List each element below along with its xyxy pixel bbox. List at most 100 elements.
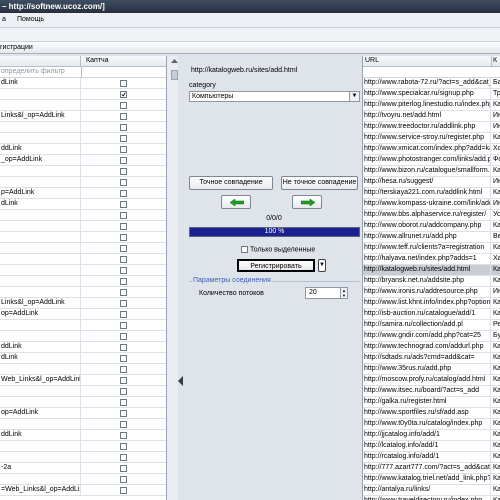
- column-header-k[interactable]: К: [493, 57, 497, 64]
- captcha-checkbox[interactable]: [120, 157, 127, 164]
- table-row[interactable]: [0, 386, 166, 397]
- captcha-checkbox[interactable]: [120, 333, 127, 340]
- exact-match-button[interactable]: Точное совпадение: [189, 176, 273, 190]
- table-row[interactable]: http://www.photostranger.com/links/add.p…: [363, 155, 500, 166]
- table-row[interactable]: http://tvoyru.net/add.htmlИн: [363, 111, 500, 122]
- table-row[interactable]: http://www.specialcar.ru/signup.phpТр: [363, 89, 500, 100]
- menu-file[interactable]: а: [2, 16, 6, 23]
- captcha-checkbox[interactable]: [120, 289, 127, 296]
- nonexact-match-button[interactable]: Не точное совпадение: [281, 176, 358, 190]
- captcha-checkbox[interactable]: [120, 443, 127, 450]
- table-row[interactable]: [0, 276, 166, 287]
- table-row[interactable]: =Web_Links&l_op=AddLink: [0, 485, 166, 496]
- table-row[interactable]: http://lcatalog.info/add/1Ка: [363, 441, 500, 452]
- table-row[interactable]: http://moscow.profy.ru/catalog/add.html К…: [363, 375, 500, 386]
- table-row[interactable]: [0, 210, 166, 221]
- table-row[interactable]: [0, 166, 166, 177]
- captcha-checkbox[interactable]: [120, 91, 127, 98]
- table-row[interactable]: http://isb-auction.ru/catalogue/add/1Ка: [363, 309, 500, 320]
- table-row[interactable]: http://www.itsec.ru/board/?act=s_addКа: [363, 386, 500, 397]
- table-row[interactable]: http://katalogweb.ru/sites/add.htmlКа: [363, 265, 500, 276]
- table-row[interactable]: http://www.t0y0ta.ru/catalog/index.phpКа: [363, 419, 500, 430]
- table-row[interactable]: [0, 331, 166, 342]
- table-row[interactable]: http://rcatalog.info/add/1Ка: [363, 452, 500, 463]
- table-row[interactable]: http://www.oborot.ru/addcompany.phpКа: [363, 221, 500, 232]
- table-row[interactable]: [0, 254, 166, 265]
- captcha-checkbox[interactable]: [120, 102, 127, 109]
- table-row[interactable]: http://www.treedoctor.ru/addlink.phpИн: [363, 122, 500, 133]
- table-row[interactable]: http://777.azart777.com/?act=s_add&catКа: [363, 463, 500, 474]
- table-row[interactable]: http://www.35rus.ru/add.phpКа: [363, 364, 500, 375]
- table-row[interactable]: http://sdtads.ru/ads?cmd=add&cat=Ка: [363, 353, 500, 364]
- filter-row[interactable]: определить фильтр: [0, 67, 166, 78]
- table-row[interactable]: http://www.ironis.ru/addresource.phpИн: [363, 287, 500, 298]
- table-row[interactable]: p=AddLink: [0, 188, 166, 199]
- table-row[interactable]: http://hesa.ru/suggest/Ин: [363, 177, 500, 188]
- table-row[interactable]: _op=AddLink: [0, 155, 166, 166]
- tab-registration[interactable]: гистрации: [0, 44, 33, 51]
- table-row[interactable]: http://www.bizon.ru/catalogue/smallform.…: [363, 166, 500, 177]
- captcha-checkbox[interactable]: [120, 399, 127, 406]
- table-row[interactable]: [0, 133, 166, 144]
- captcha-checkbox[interactable]: [120, 421, 127, 428]
- table-row[interactable]: http://www.service-stroy.ru/register.php…: [363, 133, 500, 144]
- captcha-checkbox[interactable]: [120, 80, 127, 87]
- table-row[interactable]: http://www.bbs.alphaservice.ru/register/…: [363, 210, 500, 221]
- table-row[interactable]: http://www.allrunet.ru/add.phpВе: [363, 232, 500, 243]
- table-row[interactable]: http://www.katalog.triel.net/add_link.ph…: [363, 474, 500, 485]
- table-row[interactable]: http://halyava.net/index.php?adds=1Ха: [363, 254, 500, 265]
- table-row[interactable]: http://www.technograd.com/addurl.phpКа: [363, 342, 500, 353]
- stepper-arrows-icon[interactable]: ▲ ▼: [340, 288, 347, 298]
- table-row[interactable]: http://www.piterlog.linestudio.ru/index.…: [363, 100, 500, 111]
- next-button[interactable]: [292, 195, 322, 209]
- table-row[interactable]: Links&l_op=AddLink: [0, 298, 166, 309]
- table-row[interactable]: [0, 232, 166, 243]
- column-header-name[interactable]: [0, 56, 81, 67]
- only-selected-checkbox[interactable]: Только выделенные: [241, 246, 315, 253]
- captcha-checkbox[interactable]: [120, 278, 127, 285]
- captcha-checkbox[interactable]: [120, 355, 127, 362]
- collapse-left-icon[interactable]: [178, 376, 183, 386]
- captcha-checkbox[interactable]: [120, 212, 127, 219]
- table-row[interactable]: [0, 419, 166, 430]
- captcha-checkbox[interactable]: [120, 366, 127, 373]
- table-row[interactable]: [0, 122, 166, 133]
- panel-splitter[interactable]: [178, 56, 186, 500]
- captcha-checkbox[interactable]: [120, 234, 127, 241]
- filter-row[interactable]: [363, 67, 500, 78]
- captcha-checkbox[interactable]: [120, 113, 127, 120]
- captcha-checkbox[interactable]: [120, 487, 127, 494]
- category-select[interactable]: Компьютеры ▼: [189, 91, 360, 102]
- scroll-thumb[interactable]: [171, 70, 178, 80]
- table-row[interactable]: http://galka.ru/register.htmlКа: [363, 397, 500, 408]
- table-row[interactable]: ddLink: [0, 144, 166, 155]
- table-row[interactable]: [0, 221, 166, 232]
- table-row[interactable]: http://terskaya221.com.ru/addlink.htmlКа: [363, 188, 500, 199]
- captcha-checkbox[interactable]: [120, 190, 127, 197]
- prev-button[interactable]: [221, 195, 251, 209]
- table-row[interactable]: [0, 265, 166, 276]
- captcha-checkbox[interactable]: [120, 267, 127, 274]
- table-row[interactable]: [0, 397, 166, 408]
- table-row[interactable]: [0, 452, 166, 463]
- column-header-url[interactable]: URL: [365, 57, 379, 64]
- table-row[interactable]: [0, 100, 166, 111]
- table-row[interactable]: http://www.list.khnt.info/index.php?opti…: [363, 298, 500, 309]
- table-row[interactable]: http://www.teff.ru/clients?a=registratio…: [363, 243, 500, 254]
- table-row[interactable]: http://www.sportfiles.ru/sf/add.aspКа: [363, 408, 500, 419]
- table-row[interactable]: [0, 474, 166, 485]
- table-row[interactable]: http://www.kompass-ukraine.com/link/add.…: [363, 199, 500, 210]
- captcha-checkbox[interactable]: [120, 377, 127, 384]
- captcha-checkbox[interactable]: [120, 179, 127, 186]
- table-row[interactable]: ddLink: [0, 342, 166, 353]
- table-row[interactable]: [0, 287, 166, 298]
- captcha-checkbox[interactable]: [120, 300, 127, 307]
- register-button[interactable]: Регистрировать: [237, 259, 315, 272]
- table-row[interactable]: dLink: [0, 199, 166, 210]
- checkbox-box[interactable]: [241, 246, 248, 253]
- captcha-checkbox[interactable]: [120, 168, 127, 175]
- table-row[interactable]: Web_Links&l_op=AddLink: [0, 375, 166, 386]
- table-row[interactable]: http://samira.ru/collection/add.plРе: [363, 320, 500, 331]
- table-row[interactable]: [0, 177, 166, 188]
- captcha-checkbox[interactable]: [120, 388, 127, 395]
